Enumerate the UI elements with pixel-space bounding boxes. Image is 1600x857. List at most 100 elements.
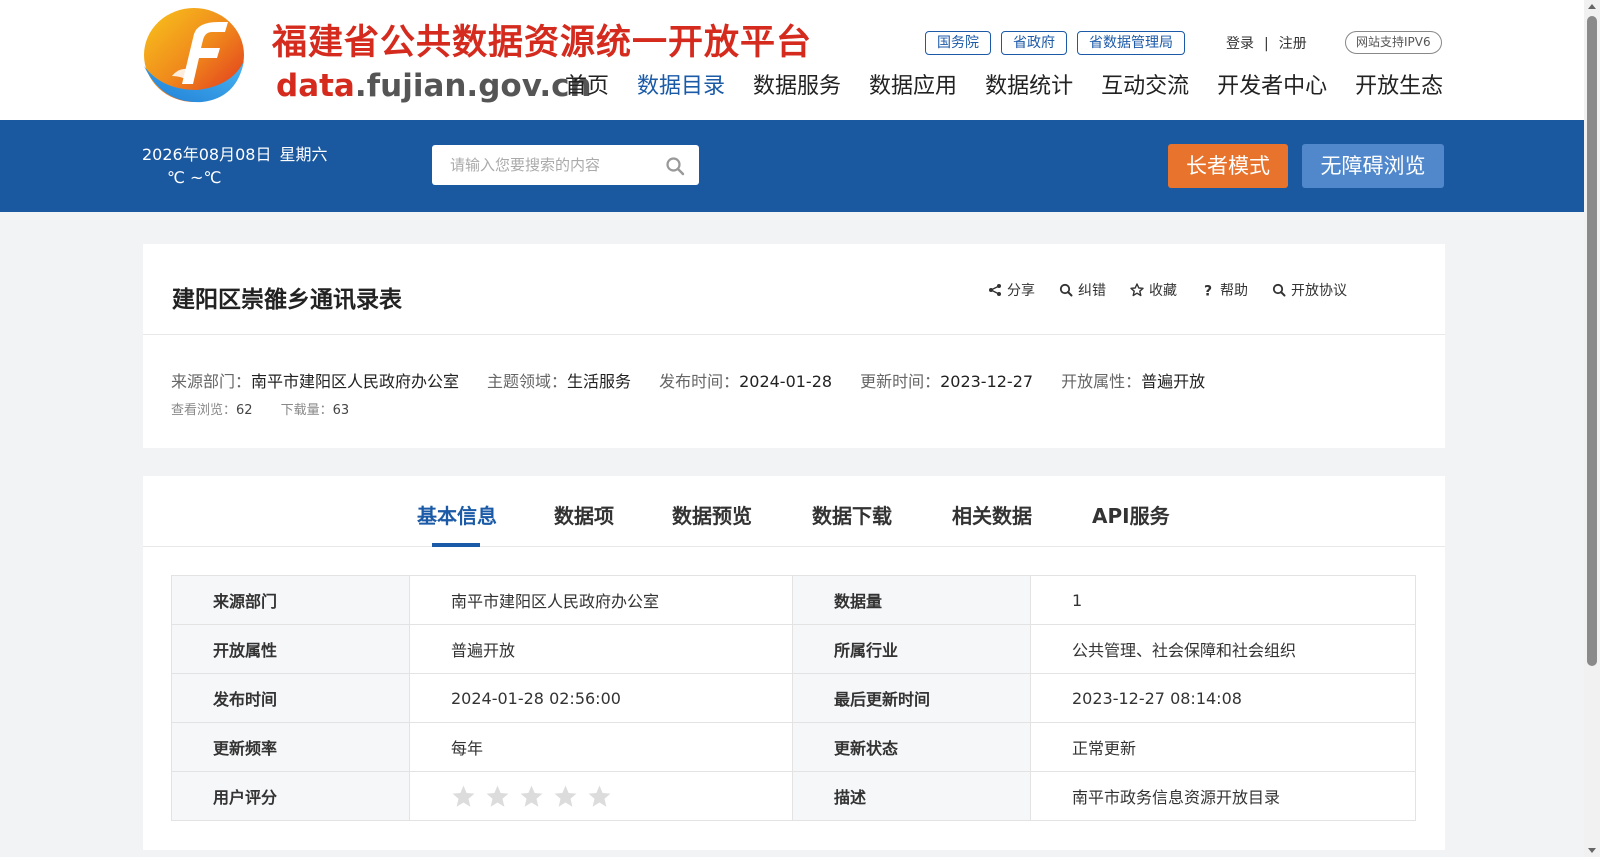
star-icon[interactable] [553,784,578,809]
auth-separator: | [1264,36,1269,52]
tab-api-service[interactable]: API服务 [1092,500,1170,529]
table-row: 用户评分 描述 南平市政务信息资源开放目录 [171,771,1416,821]
tab-basic-info[interactable]: 基本信息 [417,500,497,529]
help-button[interactable]: ? 帮助 [1201,280,1248,300]
favorite-button[interactable]: 收藏 [1130,280,1177,300]
nav-developer[interactable]: 开发者中心 [1217,68,1327,100]
meta-label: 主题领域： [487,372,568,391]
meta-label: 开放属性： [1061,372,1142,391]
star-icon[interactable] [485,784,510,809]
cell-label: 更新频率 [171,722,410,772]
ipv6-badge: 网站支持IPV6 [1345,31,1442,54]
search-icon [1059,283,1073,297]
search-input[interactable] [432,145,657,185]
meta-value: 生活服务 [567,372,632,391]
cell-value: 每年 [409,722,793,772]
share-button[interactable]: 分享 [988,280,1035,300]
gov-link-province[interactable]: 省政府 [1001,31,1067,55]
dataset-summary-card: 建阳区崇雒乡通讯录表 分享 纠错 收藏 ? 帮助 开放协议 来源部门：南平市建阳… [143,244,1445,448]
downloads-count: 63 [332,403,350,418]
fujian-data-logo[interactable] [142,6,246,104]
basic-info-table: 来源部门 南平市建阳区人民政府办公室 数据量 1 开放属性 普遍开放 所属行业 … [171,575,1416,821]
cell-label: 更新状态 [792,722,1031,772]
accessible-browse-button[interactable]: 无障碍浏览 [1302,144,1444,188]
table-row: 开放属性 普遍开放 所属行业 公共管理、社会保障和社会组织 [171,624,1416,674]
meta-topic: 主题领域：生活服务 [487,368,631,392]
register-link[interactable]: 注册 [1279,36,1307,52]
cell-value: 公共管理、社会保障和社会组织 [1030,624,1416,674]
gov-link-data-bureau[interactable]: 省数据管理局 [1077,31,1185,55]
cell-value: 1 [1030,575,1416,625]
login-link[interactable]: 登录 [1226,36,1254,52]
cell-value: 正常更新 [1030,722,1416,772]
meta-value: 南平市建阳区人民政府办公室 [251,372,460,391]
dataset-detail-card: 基本信息 数据项 数据预览 数据下载 相关数据 API服务 来源部门 南平市建阳… [143,476,1445,850]
scrollbar-thumb[interactable] [1587,16,1597,666]
search-icon[interactable] [665,156,685,176]
star-icon [1130,283,1144,297]
elder-mode-button[interactable]: 长者模式 [1168,144,1288,188]
table-row: 更新频率 每年 更新状态 正常更新 [171,722,1416,772]
nav-home[interactable]: 首页 [565,68,609,100]
main-nav: 首页 数据目录 数据服务 数据应用 数据统计 互动交流 开发者中心 开放生态 [565,68,1443,100]
gov-link-state-council[interactable]: 国务院 [925,31,991,55]
open-license-button[interactable]: 开放协议 [1272,280,1347,300]
nav-data-services[interactable]: 数据服务 [753,68,841,100]
tab-data-preview[interactable]: 数据预览 [672,500,752,529]
page-scrollbar[interactable] [1584,0,1600,857]
cell-label: 来源部门 [171,575,410,625]
date-text: 2026年08月08日 [142,145,272,164]
cell-label: 所属行业 [792,624,1031,674]
tab-data-download[interactable]: 数据下载 [812,500,892,529]
dataset-title: 建阳区崇雒乡通讯录表 [172,287,402,313]
scroll-up-arrow-icon[interactable] [1588,4,1596,9]
dataset-actions: 分享 纠错 收藏 ? 帮助 开放协议 [988,280,1347,300]
nav-data-apps[interactable]: 数据应用 [869,68,957,100]
share-label: 分享 [1007,283,1035,299]
user-rating [451,784,792,809]
dataset-meta: 来源部门：南平市建阳区人民政府办公室 主题领域：生活服务 发布时间：2024-0… [171,368,1233,392]
rating-cell [409,771,793,821]
cell-value: 南平市政务信息资源开放目录 [1030,771,1416,821]
share-icon [989,284,1001,296]
open-license-label: 开放协议 [1291,283,1347,299]
report-error-label: 纠错 [1078,283,1106,299]
table-row: 来源部门 南平市建阳区人民政府办公室 数据量 1 [171,575,1416,625]
temperature: ℃ ~℃ [167,168,222,187]
meta-value: 2024-01-28 [739,372,833,391]
cell-label: 描述 [792,771,1031,821]
gov-links: 国务院 省政府 省数据管理局 [925,31,1185,55]
cell-label: 发布时间 [171,673,410,723]
tab-data-items[interactable]: 数据项 [554,500,614,529]
star-icon[interactable] [587,784,612,809]
star-icon[interactable] [451,784,476,809]
cell-value: 2024-01-28 02:56:00 [409,673,793,723]
domain-suffix: .fujian.gov.cn [354,68,592,104]
help-label: 帮助 [1220,283,1248,299]
table-row: 发布时间 2024-01-28 02:56:00 最后更新时间 2023-12-… [171,673,1416,723]
info-search-bar: 2026年08月08日星期六 ℃ ~℃ 长者模式 无障碍浏览 [0,120,1584,212]
star-icon[interactable] [519,784,544,809]
cell-label: 用户评分 [171,771,410,821]
tab-related-data[interactable]: 相关数据 [952,500,1032,529]
meta-label: 发布时间： [659,372,740,391]
nav-data-stats[interactable]: 数据统计 [985,68,1073,100]
nav-interaction[interactable]: 互动交流 [1101,68,1189,100]
active-tab-indicator [432,543,480,547]
cell-value: 南平市建阳区人民政府办公室 [409,575,793,625]
nav-data-catalog[interactable]: 数据目录 [637,68,725,100]
meta-value: 2023-12-27 [940,372,1034,391]
meta-publish-date: 发布时间：2024-01-28 [659,368,832,392]
meta-label: 更新时间： [860,372,941,391]
cell-label: 最后更新时间 [792,673,1031,723]
meta-open-attribute: 开放属性：普遍开放 [1061,368,1205,392]
svg-text:?: ? [1204,284,1212,298]
report-error-button[interactable]: 纠错 [1059,280,1106,300]
meta-source-dept: 来源部门：南平市建阳区人民政府办公室 [171,368,459,392]
scroll-down-arrow-icon[interactable] [1588,848,1596,853]
nav-ecosystem[interactable]: 开放生态 [1355,68,1443,100]
meta-value: 普遍开放 [1141,372,1206,391]
site-title: 福建省公共数据资源统一开放平台 [272,22,813,63]
detail-tabs: 基本信息 数据项 数据预览 数据下载 相关数据 API服务 [143,476,1445,547]
dataset-header: 建阳区崇雒乡通讯录表 分享 纠错 收藏 ? 帮助 开放协议 [143,244,1445,335]
